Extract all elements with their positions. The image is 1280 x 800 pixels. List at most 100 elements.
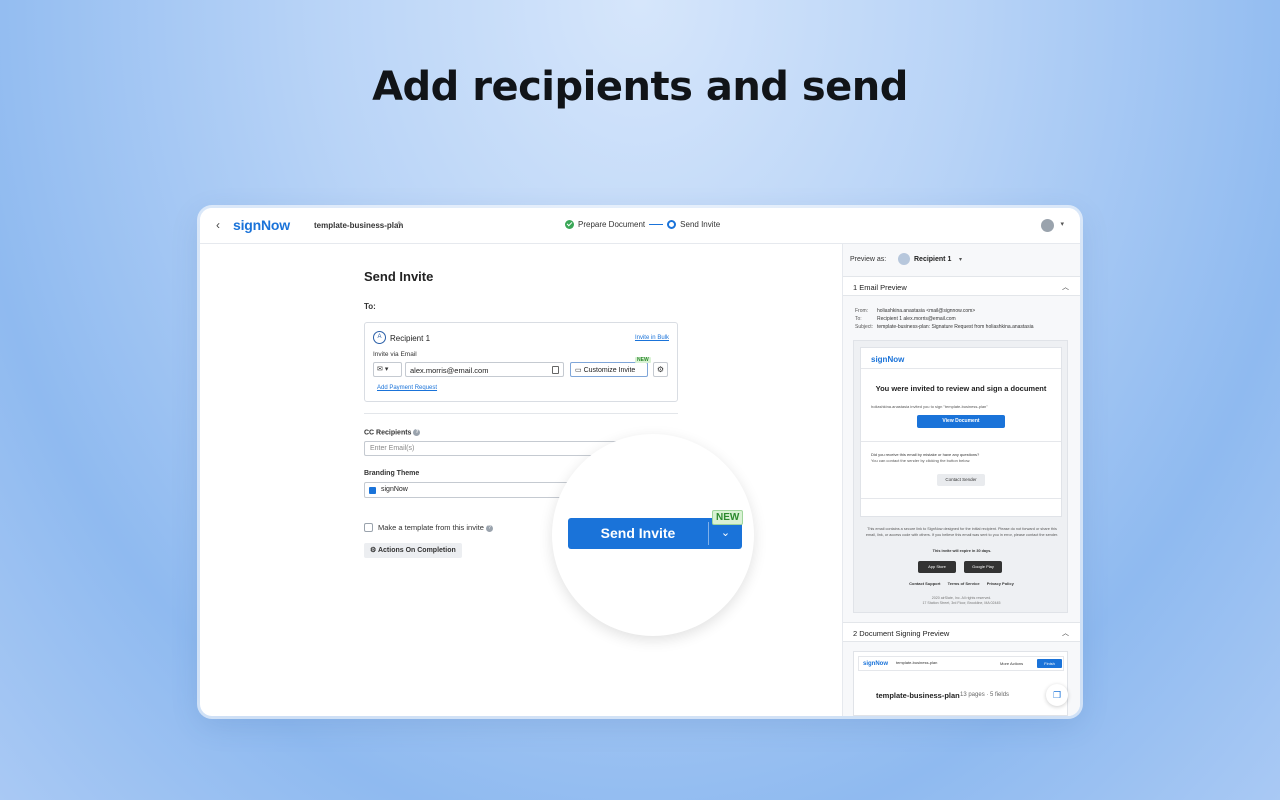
from-value: holiashkina.anastasia <mail@signnow.com> bbox=[877, 308, 976, 314]
new-badge: NEW bbox=[712, 510, 744, 525]
app-store-badge[interactable]: App Store bbox=[918, 561, 956, 573]
to-label: To: bbox=[364, 302, 376, 311]
edit-name-icon[interactable]: ✎ bbox=[397, 220, 404, 229]
email-preview-frame: signNow You were invited to review and s… bbox=[853, 340, 1068, 613]
app-window: ‹ signNow template-business-plan ✎ Prepa… bbox=[200, 208, 1080, 716]
email-subtext: holiashkina.anastasia invited you to sig… bbox=[871, 404, 988, 409]
divider bbox=[861, 368, 1061, 369]
add-payment-request-link[interactable]: Add Payment Request bbox=[377, 385, 437, 391]
divider bbox=[861, 441, 1061, 442]
contact-support-link[interactable]: Contact Support bbox=[909, 581, 940, 586]
help-icon[interactable]: ? bbox=[485, 524, 493, 532]
settings-button[interactable]: ⚙ bbox=[653, 362, 668, 377]
email-to: To: Recipient 1 alex.morris@email.com bbox=[855, 316, 956, 322]
section-title: 2 Document Signing Preview bbox=[853, 629, 950, 638]
invite-via-label: Invite via Email bbox=[373, 351, 417, 358]
envelope-icon: ✉ bbox=[377, 366, 383, 373]
subject-value: template-business-plan: Signature Reques… bbox=[877, 324, 1034, 330]
chevron-up-icon[interactable]: ︿ bbox=[1062, 282, 1069, 292]
recipient-name[interactable]: Recipient 1 bbox=[390, 334, 430, 343]
zoom-magnifier: Send Invite ⌄ NEW bbox=[552, 434, 754, 636]
make-template-label: Make a template from this invite? bbox=[378, 523, 493, 532]
preview-recipient-select[interactable]: Recipient 1 bbox=[914, 256, 951, 263]
email-subject: Subject: template-business-plan: Signatur… bbox=[855, 324, 1033, 330]
email-preview-header[interactable]: 1 Email Preview ︿ bbox=[843, 276, 1080, 296]
customize-invite-button[interactable]: ▭ Customize Invite bbox=[570, 362, 648, 377]
make-template-checkbox[interactable] bbox=[364, 523, 373, 532]
page-title: Send Invite bbox=[364, 269, 434, 284]
cc-recipients-label: CC Recipients? bbox=[364, 429, 421, 437]
email-value: alex.morris@email.com bbox=[410, 366, 489, 375]
current-step-icon bbox=[667, 220, 677, 229]
view-document-button[interactable]: View Document bbox=[917, 415, 1005, 428]
footer-address: 2020 airSlate, Inc. All rights reserved.… bbox=[854, 596, 1069, 606]
progress-steps: Prepare Document Send Invite bbox=[565, 220, 720, 229]
recipient-avatar bbox=[898, 253, 910, 265]
signing-preview-card: signNow template-business-plan More Acti… bbox=[853, 651, 1068, 716]
preview-panel: Preview as: Recipient 1 ▾ 1 Email Previe… bbox=[842, 244, 1080, 716]
actions-on-completion-button[interactable]: ⚙ Actions On Completion bbox=[364, 543, 462, 558]
signing-preview-header[interactable]: 2 Document Signing Preview ︿ bbox=[843, 622, 1080, 642]
step-prepare-document[interactable]: Prepare Document bbox=[578, 220, 645, 229]
expiry-note: This invite will expire in 30 days. bbox=[932, 549, 992, 553]
to-label: To: bbox=[855, 316, 862, 322]
email-disclaimer: This email contains a secure link to Sig… bbox=[865, 527, 1059, 537]
cc-email-input[interactable]: Enter Email(s) bbox=[364, 441, 624, 456]
divider bbox=[861, 498, 1061, 499]
divider bbox=[364, 413, 678, 414]
make-template-text: Make a template from this invite bbox=[378, 523, 484, 532]
signing-toolbar: signNow template-business-plan More Acti… bbox=[858, 656, 1064, 671]
email-title: You were invited to review and sign a do… bbox=[875, 384, 1047, 393]
branding-value: signNow bbox=[381, 486, 408, 493]
privacy-link[interactable]: Privacy Policy bbox=[987, 581, 1014, 586]
subject-label: Subject: bbox=[855, 324, 874, 330]
chat-icon[interactable]: ❐ bbox=[1046, 684, 1068, 706]
invite-method-select[interactable]: ✉ ▾ bbox=[373, 362, 402, 377]
terms-link[interactable]: Terms of Service bbox=[948, 581, 980, 586]
document-name: template-business-plan bbox=[314, 221, 404, 230]
recipient-badge: A bbox=[373, 331, 386, 344]
more-actions-button[interactable]: More Actions bbox=[1000, 661, 1023, 666]
recipient-card: A Recipient 1 Invite in Bulk Invite via … bbox=[364, 322, 678, 402]
to-value: Recipient 1 alex.morris@email.com bbox=[877, 316, 956, 322]
contacts-icon[interactable] bbox=[552, 366, 559, 374]
back-icon[interactable]: ‹ bbox=[216, 218, 220, 232]
google-play-badge[interactable]: Google Play bbox=[964, 561, 1002, 573]
signnow-logo[interactable]: signNow bbox=[233, 217, 290, 233]
preview-as-label: Preview as: bbox=[850, 256, 887, 263]
new-badge: NEW bbox=[635, 357, 651, 363]
send-invite-label: Send Invite bbox=[600, 525, 676, 541]
help-icon[interactable]: ? bbox=[413, 429, 421, 436]
chevron-down-icon[interactable]: ▾ bbox=[1060, 220, 1064, 228]
email-field[interactable]: alex.morris@email.com bbox=[405, 362, 564, 377]
customize-label: Customize Invite bbox=[583, 367, 636, 374]
chevron-up-icon[interactable]: ︿ bbox=[1062, 628, 1069, 638]
branding-theme-select[interactable]: signNow bbox=[364, 482, 574, 498]
email-question-hint: You can contact the sender by clicking t… bbox=[871, 458, 971, 463]
message-icon: ▭ bbox=[575, 367, 582, 374]
address: 17 Station Street, 3rd Floor, Brookline,… bbox=[922, 601, 1001, 605]
actions-label: Actions On Completion bbox=[377, 547, 456, 554]
email-question: Did you receive this email by mistake or… bbox=[871, 452, 980, 457]
gear-icon: ⚙ bbox=[370, 547, 377, 554]
finish-button[interactable]: Finish bbox=[1037, 659, 1062, 668]
signing-doc-name: template-business-plan bbox=[896, 660, 938, 665]
signing-document-title: template-business-plan bbox=[876, 691, 960, 700]
branding-theme-label: Branding Theme bbox=[364, 470, 420, 477]
footer-links: Contact Support Terms of Service Privacy… bbox=[854, 581, 1069, 586]
brand-color-swatch bbox=[369, 487, 376, 494]
step-connector bbox=[649, 224, 664, 225]
chevron-down-icon: ▾ bbox=[384, 366, 389, 373]
page-headline: Add recipients and send bbox=[372, 64, 908, 110]
email-from: From: holiashkina.anastasia <mail@signnow… bbox=[855, 308, 975, 314]
contact-sender-button[interactable]: Contact Sender bbox=[937, 474, 985, 486]
cc-label-text: CC Recipients bbox=[364, 429, 412, 437]
section-title: 1 Email Preview bbox=[853, 283, 907, 292]
email-card: signNow You were invited to review and s… bbox=[860, 347, 1062, 517]
user-avatar[interactable] bbox=[1041, 219, 1054, 232]
from-label: From: bbox=[855, 308, 869, 314]
invite-in-bulk-link[interactable]: Invite in Bulk bbox=[635, 335, 669, 341]
check-icon bbox=[565, 220, 574, 229]
step-send-invite: Send Invite bbox=[680, 220, 721, 229]
chevron-down-icon[interactable]: ▾ bbox=[959, 256, 962, 263]
